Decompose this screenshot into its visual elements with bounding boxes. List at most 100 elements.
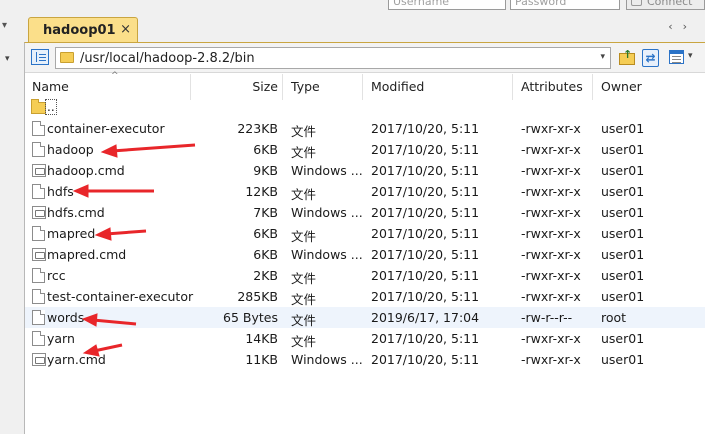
parent-dir-row[interactable]: ..	[25, 97, 705, 118]
chevron-right-icon[interactable]: ›	[683, 20, 697, 33]
file-name: hdfs.cmd	[47, 205, 105, 220]
cmd-file-icon	[32, 164, 46, 177]
file-row[interactable]: hdfs.cmd 7KB Windows ... 2017/10/20, 5:11 -r…	[25, 202, 705, 223]
file-size: 12KB	[245, 184, 278, 199]
file-row[interactable]: yarn.cmd 11KB Windows ... 2017/10/20, 5:11 -…	[25, 349, 705, 370]
cmd-file-icon	[32, 248, 46, 261]
tab-nav-arrows[interactable]: ‹›	[668, 20, 697, 33]
file-modified: 2017/10/20, 5:11	[371, 352, 480, 367]
file-owner: user01	[601, 121, 645, 136]
file-row[interactable]: yarn 14KB 文件 2017/10/20, 5:11 -rwxr-xr-x user…	[25, 328, 705, 349]
file-modified: 2017/10/20, 5:11	[371, 163, 480, 178]
file-attributes: -rwxr-xr-x	[521, 331, 581, 346]
file-type: 文件	[291, 124, 317, 139]
file-owner: user01	[601, 142, 645, 157]
file-row[interactable]: hadoop.cmd 9KB Windows ... 2017/10/20, 5:11…	[25, 160, 705, 181]
cmd-file-icon	[32, 353, 46, 366]
file-size: 2KB	[253, 268, 278, 283]
file-name: rcc	[47, 268, 66, 283]
refresh-button[interactable]: ⇄	[641, 48, 661, 68]
file-owner: user01	[601, 184, 645, 199]
file-attributes: -rwxr-xr-x	[521, 352, 581, 367]
login-strip: Username Password Connect	[0, 0, 705, 14]
file-type: Windows ...	[291, 247, 363, 262]
file-row[interactable]: container-executor 223KB 文件 2017/10/20, 5:1…	[25, 118, 705, 139]
folder-icon	[60, 52, 74, 63]
chevron-down-icon[interactable]: ▾	[5, 54, 10, 64]
refresh-icon: ⇄	[642, 49, 659, 67]
file-modified: 2017/10/20, 5:11	[371, 268, 480, 283]
file-owner: user01	[601, 205, 645, 220]
file-name: test-container-executor	[47, 289, 194, 304]
file-type: Windows ...	[291, 163, 363, 178]
file-attributes: -rwxr-xr-x	[521, 163, 581, 178]
file-modified: 2017/10/20, 5:11	[371, 289, 480, 304]
file-row[interactable]: mapred 6KB 文件 2017/10/20, 5:11 -rwxr-xr-x use…	[25, 223, 705, 244]
file-row[interactable]: mapred.cmd 6KB Windows ... 2017/10/20, 5:11…	[25, 244, 705, 265]
file-size: 6KB	[253, 142, 278, 157]
arrow-up-icon: ↑	[623, 48, 633, 61]
file-row[interactable]: words 65 Bytes 文件 2019/6/17, 17:04 -rw-r--r-…	[25, 307, 705, 328]
file-pane: /usr/local/hadoop-2.8.2/bin ▾ ↑ ⇄ ▾ ^ Na…	[24, 42, 705, 434]
pane-toggle-icon[interactable]	[31, 49, 49, 65]
file-size: 11KB	[245, 352, 278, 367]
file-modified: 2019/6/17, 17:04	[371, 310, 480, 325]
file-attributes: -rwxr-xr-x	[521, 268, 581, 283]
file-attributes: -rwxr-xr-x	[521, 184, 581, 199]
file-row[interactable]: hdfs 12KB 文件 2017/10/20, 5:11 -rwxr-xr-x user…	[25, 181, 705, 202]
file-icon	[32, 310, 45, 325]
close-icon[interactable]: ×	[120, 23, 131, 36]
file-icon	[32, 142, 45, 157]
chevron-down-icon: ▾	[688, 51, 693, 61]
chevron-left-icon[interactable]: ‹	[668, 20, 682, 33]
file-type: Windows ...	[291, 205, 363, 220]
file-type: 文件	[291, 145, 317, 160]
chevron-down-icon[interactable]: ▾	[2, 20, 7, 31]
file-modified: 2017/10/20, 5:11	[371, 226, 480, 241]
file-name: mapred	[47, 226, 96, 241]
file-type: 文件	[291, 271, 317, 286]
path-input[interactable]: /usr/local/hadoop-2.8.2/bin ▾	[55, 47, 611, 69]
tab-bar: ▾ hadoop01 × ‹›	[0, 14, 705, 43]
file-size: 65 Bytes	[223, 310, 278, 325]
username-field[interactable]: Username	[388, 0, 506, 10]
file-type: 文件	[291, 292, 317, 307]
connect-label: Connect	[647, 0, 693, 8]
file-modified: 2017/10/20, 5:11	[371, 331, 480, 346]
file-owner: user01	[601, 247, 645, 262]
cmd-file-icon	[32, 206, 46, 219]
file-owner: user01	[601, 268, 645, 283]
file-attributes: -rwxr-xr-x	[521, 205, 581, 220]
file-type: 文件	[291, 187, 317, 202]
password-field[interactable]: Password	[510, 0, 620, 10]
path-text: /usr/local/hadoop-2.8.2/bin	[80, 51, 255, 66]
file-icon	[32, 331, 45, 346]
file-icon	[32, 268, 45, 283]
parent-folder-button[interactable]: ↑	[617, 48, 637, 68]
file-name: hdfs	[47, 184, 74, 199]
file-size: 285KB	[237, 289, 278, 304]
connect-button[interactable]: Connect	[626, 0, 705, 10]
chevron-down-icon[interactable]: ▾	[600, 52, 605, 62]
file-attributes: -rwxr-xr-x	[521, 142, 581, 157]
view-mode-button[interactable]: ▾	[669, 48, 699, 68]
file-row[interactable]: test-container-executor 285KB 文件 2017/10/20…	[25, 286, 705, 307]
file-type: 文件	[291, 313, 317, 328]
file-name: hadoop.cmd	[47, 163, 125, 178]
connect-icon	[631, 0, 642, 6]
file-attributes: -rwxr-xr-x	[521, 121, 581, 136]
file-size: 223KB	[237, 121, 278, 136]
file-type: Windows ...	[291, 352, 363, 367]
file-modified: 2017/10/20, 5:11	[371, 184, 480, 199]
file-icon	[32, 289, 45, 304]
file-name: mapred.cmd	[47, 247, 127, 262]
file-name: yarn	[47, 331, 75, 346]
tab-hadoop01[interactable]: hadoop01 ×	[28, 17, 138, 43]
left-gutter: ▾	[0, 42, 24, 434]
file-attributes: -rwxr-xr-x	[521, 289, 581, 304]
file-row[interactable]: rcc 2KB 文件 2017/10/20, 5:11 -rwxr-xr-x user01	[25, 265, 705, 286]
file-name: hadoop	[47, 142, 94, 157]
list-view-icon	[669, 50, 684, 64]
file-icon	[32, 121, 45, 136]
file-row[interactable]: hadoop 6KB 文件 2017/10/20, 5:11 -rwxr-xr-x use…	[25, 139, 705, 160]
